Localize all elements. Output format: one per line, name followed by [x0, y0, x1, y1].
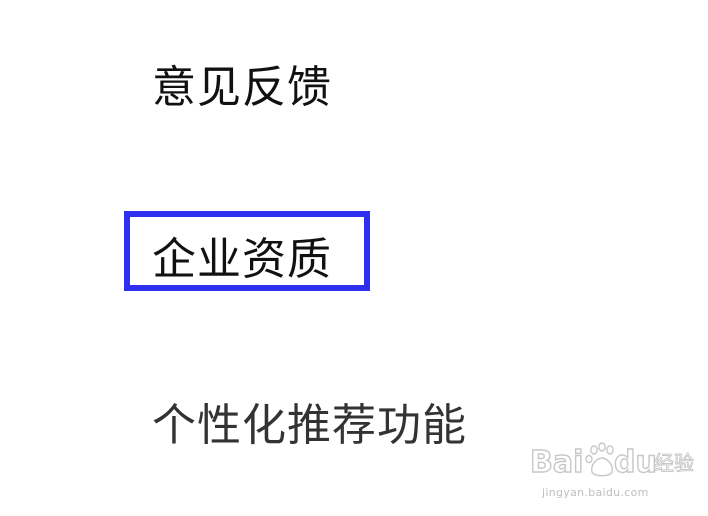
menu-item-feedback[interactable]: 意见反馈	[152, 66, 332, 110]
svg-text:Bai: Bai	[530, 445, 583, 480]
menu-item-personalized-recommendation[interactable]: 个性化推荐功能	[152, 404, 467, 448]
svg-text:经验: 经验	[654, 451, 694, 475]
menu-item-enterprise-qualification[interactable]: 企业资质	[152, 238, 332, 282]
watermark-url: jingyan.baidu.com	[542, 486, 649, 499]
baidu-jingyan-logo-icon: Bai du 经验	[529, 442, 694, 481]
baidu-jingyan-watermark: Bai du 经验 jingyan.baidu.com	[528, 438, 698, 506]
svg-text:du: du	[614, 445, 657, 480]
